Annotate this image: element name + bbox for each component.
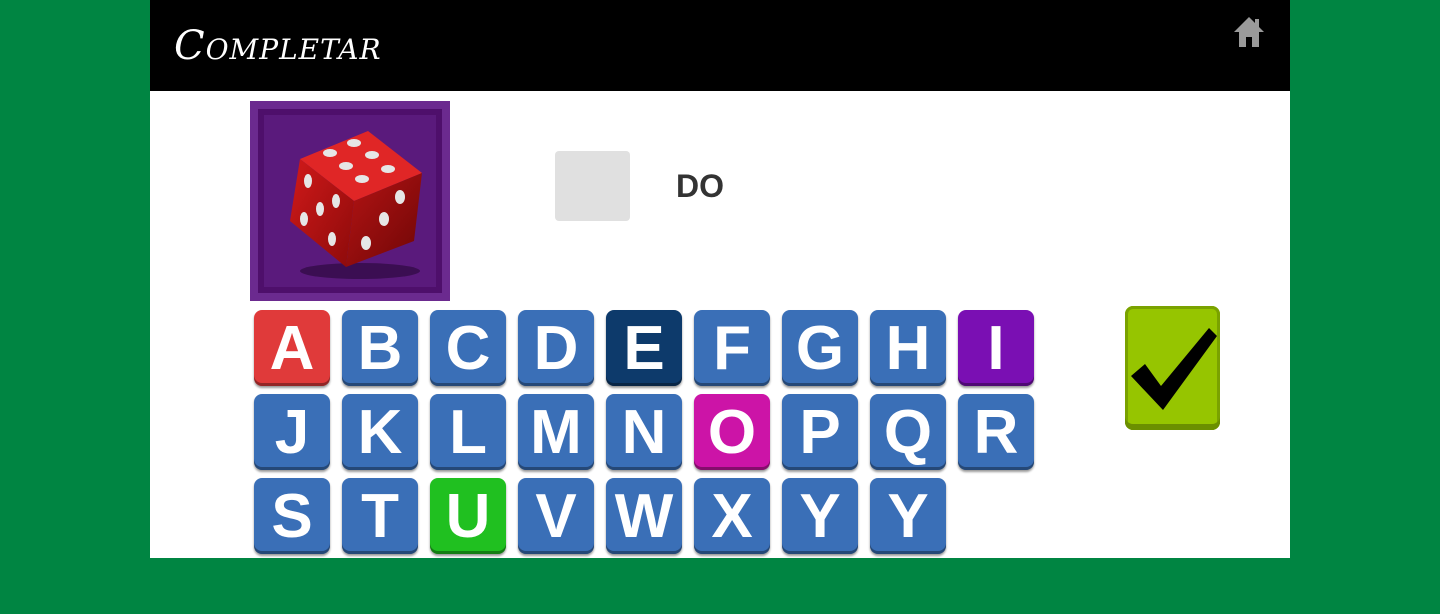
dice-picture <box>250 101 450 301</box>
letter-tile-q[interactable]: Q <box>870 394 946 470</box>
letter-tile-y[interactable]: Y <box>870 478 946 554</box>
letter-tile-n[interactable]: N <box>606 394 682 470</box>
header-bar: Completar <box>150 0 1290 91</box>
letter-tile-s[interactable]: S <box>254 478 330 554</box>
letter-tile-l[interactable]: L <box>430 394 506 470</box>
game-panel: Completar DO A B C D E F G H I J K L M N… <box>150 0 1290 558</box>
letter-tile-d[interactable]: D <box>518 310 594 386</box>
letter-tile-b[interactable]: B <box>342 310 418 386</box>
answer-slot[interactable] <box>555 151 630 221</box>
letter-tile-h[interactable]: H <box>870 310 946 386</box>
checkmark-icon <box>1131 328 1217 410</box>
letter-tile-u[interactable]: U <box>430 478 506 554</box>
home-icon[interactable] <box>1232 15 1266 49</box>
letter-tile-o[interactable]: O <box>694 394 770 470</box>
letter-tile-x[interactable]: X <box>694 478 770 554</box>
checkmark-button[interactable] <box>1125 306 1220 430</box>
app-title: Completar <box>174 23 382 69</box>
letter-tile-f[interactable]: F <box>694 310 770 386</box>
letter-tile-y[interactable]: Y <box>782 478 858 554</box>
letter-tile-k[interactable]: K <box>342 394 418 470</box>
letter-tile-j[interactable]: J <box>254 394 330 470</box>
letter-tile-c[interactable]: C <box>430 310 506 386</box>
letter-tile-w[interactable]: W <box>606 478 682 554</box>
letter-tile-i[interactable]: I <box>958 310 1034 386</box>
letter-tile-r[interactable]: R <box>958 394 1034 470</box>
letter-tile-m[interactable]: M <box>518 394 594 470</box>
letter-tile-a[interactable]: A <box>254 310 330 386</box>
letter-tile-v[interactable]: V <box>518 478 594 554</box>
letter-tile-p[interactable]: P <box>782 394 858 470</box>
word-fragment: DO <box>676 168 724 204</box>
letter-tile-g[interactable]: G <box>782 310 858 386</box>
letter-tile-e[interactable]: E <box>606 310 682 386</box>
letter-tile-t[interactable]: T <box>342 478 418 554</box>
